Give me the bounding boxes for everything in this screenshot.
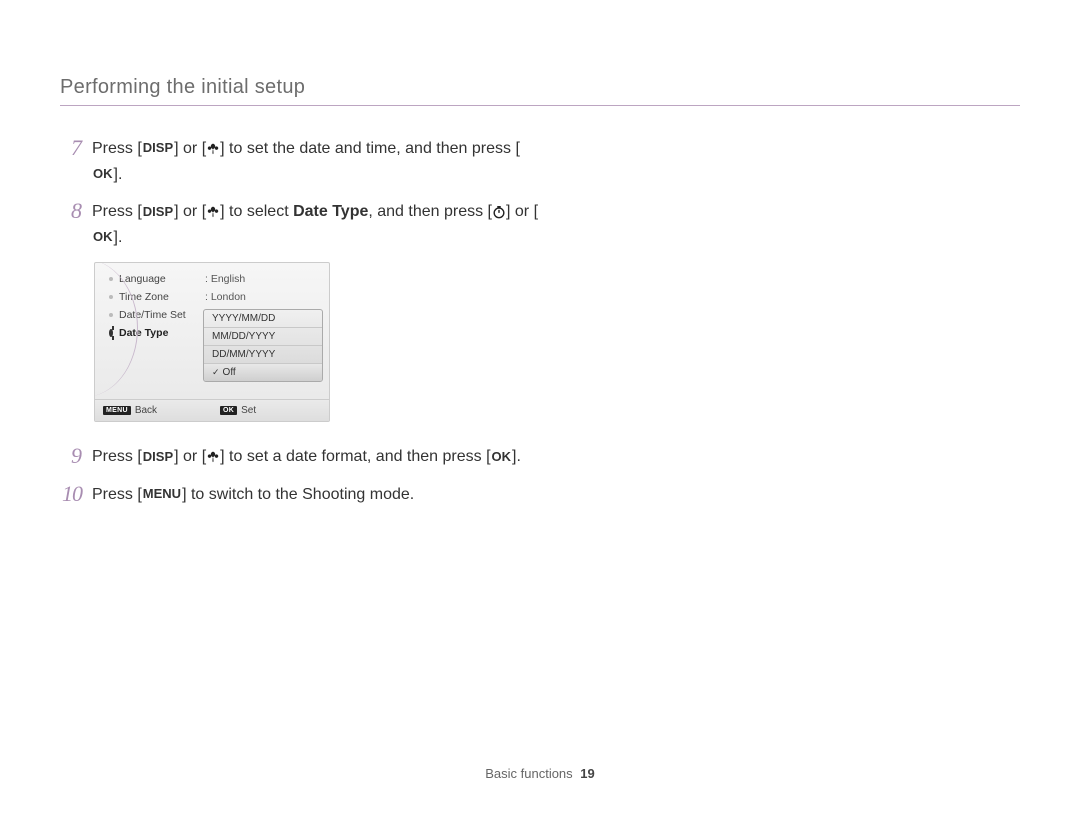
menu-tag: MENU (103, 406, 131, 415)
ok-label: OK (92, 164, 114, 185)
step-7: 7 Press [DISP] or [] to set the date and… (60, 136, 540, 187)
camera-menu-screenshot: Language Time Zone Date/Time Set Date Ty… (94, 262, 330, 422)
step-8: 8 Press [DISP] or [] to select Date Type… (60, 199, 540, 250)
timer-icon (492, 205, 506, 219)
value-timezone: : London (203, 291, 323, 303)
value-language: : English (203, 273, 323, 285)
date-type-dropdown: YYYY/MM/DD MM/DD/YYYY DD/MM/YYYY Off (203, 309, 323, 382)
option-yyyymmdd: YYYY/MM/DD (204, 310, 322, 328)
footer-set: OK Set (212, 400, 329, 421)
macro-icon (206, 450, 220, 464)
option-ddmmyyyy: DD/MM/YYYY (204, 346, 322, 364)
ok-label: OK (92, 227, 114, 248)
step-number: 10 (60, 482, 82, 506)
disp-label: DISP (142, 138, 174, 159)
option-mmddyyyy: MM/DD/YYYY (204, 328, 322, 346)
ok-label: OK (491, 447, 513, 468)
page-footer: Basic functions 19 (0, 766, 1080, 781)
value-column: : English : London YYYY/MM/DD MM/DD/YYYY… (199, 271, 323, 393)
step-9: 9 Press [DISP] or [] to set a date forma… (60, 444, 540, 470)
step-text: Press [DISP] or [] to select Date Type, … (92, 199, 540, 250)
step-text: Press [DISP] or [] to set the date and t… (92, 136, 540, 187)
option-off: Off (204, 364, 322, 381)
step-number: 9 (60, 444, 82, 468)
date-type-bold: Date Type (293, 203, 368, 220)
disp-label: DISP (142, 447, 174, 468)
step-text: Press [MENU] to switch to the Shooting m… (92, 482, 414, 508)
disp-label: DISP (142, 202, 174, 223)
step-text: Press [DISP] or [] to set a date format,… (92, 444, 521, 470)
menu-label: MENU (142, 484, 182, 505)
footer-back: MENU Back (95, 400, 212, 421)
page-number: 19 (580, 766, 594, 781)
step-number: 8 (60, 199, 82, 223)
step-10: 10 Press [MENU] to switch to the Shootin… (60, 482, 540, 508)
step-number: 7 (60, 136, 82, 160)
page-title: Performing the initial setup (60, 76, 1020, 106)
screenshot-footer: MENU Back OK Set (95, 399, 329, 421)
ok-tag: OK (220, 406, 237, 415)
macro-icon (206, 142, 220, 156)
gear-icon (109, 329, 113, 337)
macro-icon (206, 205, 220, 219)
